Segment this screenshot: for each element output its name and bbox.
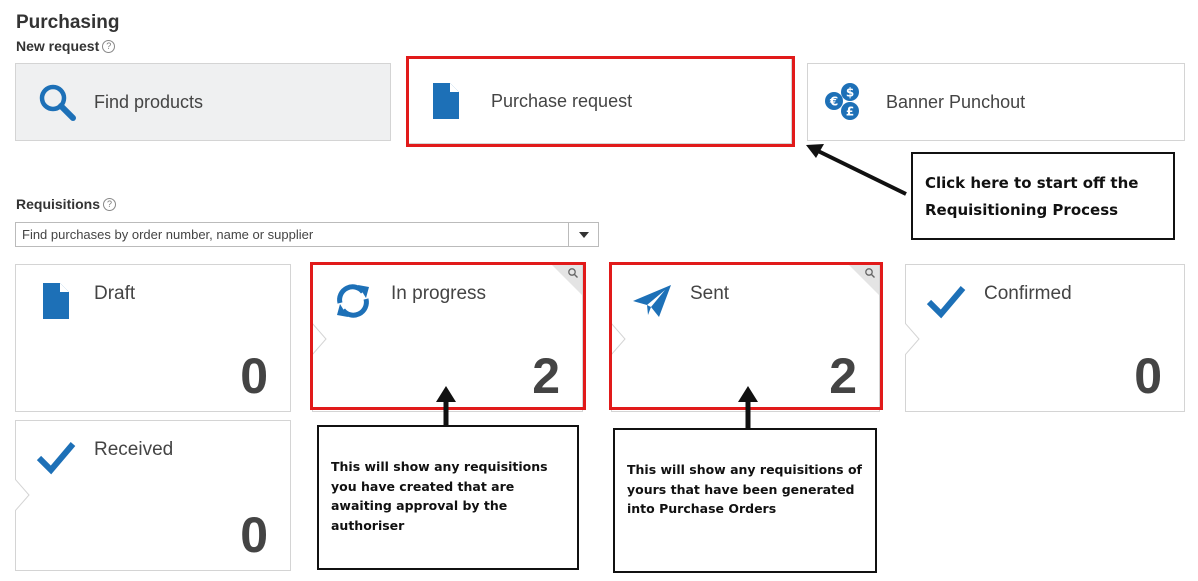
in-progress-label: In progress [391,283,487,304]
tile-connector [611,323,626,355]
search-icon [34,79,80,125]
search-icon[interactable] [567,267,579,279]
help-icon[interactable]: ? [103,197,117,211]
purchase-search-box [15,222,599,247]
banner-punchout-label: Banner Punchout [886,91,1026,112]
page-title: Purchasing [16,12,120,33]
received-label: Received [94,439,174,460]
requisitions-label: Requisitions [16,196,101,212]
confirmed-count: 0 [1134,348,1162,404]
confirmed-tile[interactable]: Confirmed 0 [905,264,1185,412]
document-icon [34,279,78,323]
confirmed-label: Confirmed [984,283,1072,304]
svg-text:€: € [829,95,838,109]
banner-punchout-button[interactable]: € $ £ Banner Punchout [807,63,1185,141]
sent-callout: This will show any requisitions of yours… [613,428,877,573]
refresh-icon [331,279,375,323]
checkmark-icon [34,435,78,479]
find-products-label: Find products [94,91,204,112]
help-icon[interactable]: ? [102,39,116,53]
start-callout: Click here to start off the Requisitioni… [911,152,1175,240]
draft-label: Draft [94,283,136,304]
in-progress-count: 2 [532,348,560,404]
search-dropdown-button[interactable] [568,223,598,246]
checkmark-icon [924,279,968,323]
search-icon[interactable] [864,267,876,279]
currency-icon: € $ £ [820,79,866,125]
requisitions-heading: Requisitions ? [16,196,117,212]
purchase-request-button[interactable]: Purchase request [408,58,792,144]
start-arrow [806,144,907,196]
purchase-search-input[interactable] [16,223,568,246]
received-tile[interactable]: Received 0 [15,420,291,571]
new-request-heading: New request ? [16,38,116,54]
in-progress-callout: This will show any requisitions you have… [317,425,579,570]
svg-text:$: $ [846,86,854,100]
paper-plane-icon [630,279,674,323]
svg-text:£: £ [846,105,854,119]
purchase-request-label: Purchase request [491,90,633,111]
tile-connector [312,323,327,355]
document-icon [423,78,469,124]
tile-connector [905,323,920,355]
received-count: 0 [240,507,268,563]
tile-connector [15,479,30,511]
find-products-button[interactable]: Find products [15,63,391,141]
new-request-label: New request [16,38,100,54]
chevron-down-icon [578,231,589,238]
draft-tile[interactable]: Draft 0 [15,264,291,412]
draft-count: 0 [240,348,268,404]
sent-label: Sent [690,283,730,304]
sent-count: 2 [829,348,857,404]
